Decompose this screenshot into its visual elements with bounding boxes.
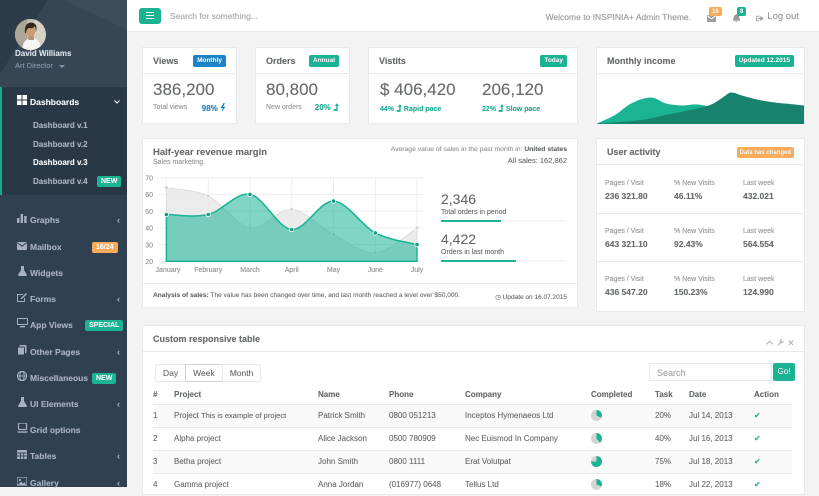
svg-text:40: 40	[145, 226, 153, 233]
svg-text:20: 20	[145, 259, 153, 266]
svg-text:April: April	[285, 267, 299, 274]
svg-text:30: 30	[145, 242, 153, 249]
svg-text:50: 50	[145, 209, 153, 216]
svg-text:60: 60	[145, 192, 153, 199]
svg-text:July: July	[411, 267, 424, 274]
svg-text:March: March	[240, 267, 260, 274]
svg-text:May: May	[327, 267, 341, 274]
svg-text:June: June	[368, 267, 383, 274]
svg-text:February: February	[194, 267, 223, 274]
svg-text:January: January	[156, 267, 181, 274]
svg-text:70: 70	[145, 175, 153, 182]
